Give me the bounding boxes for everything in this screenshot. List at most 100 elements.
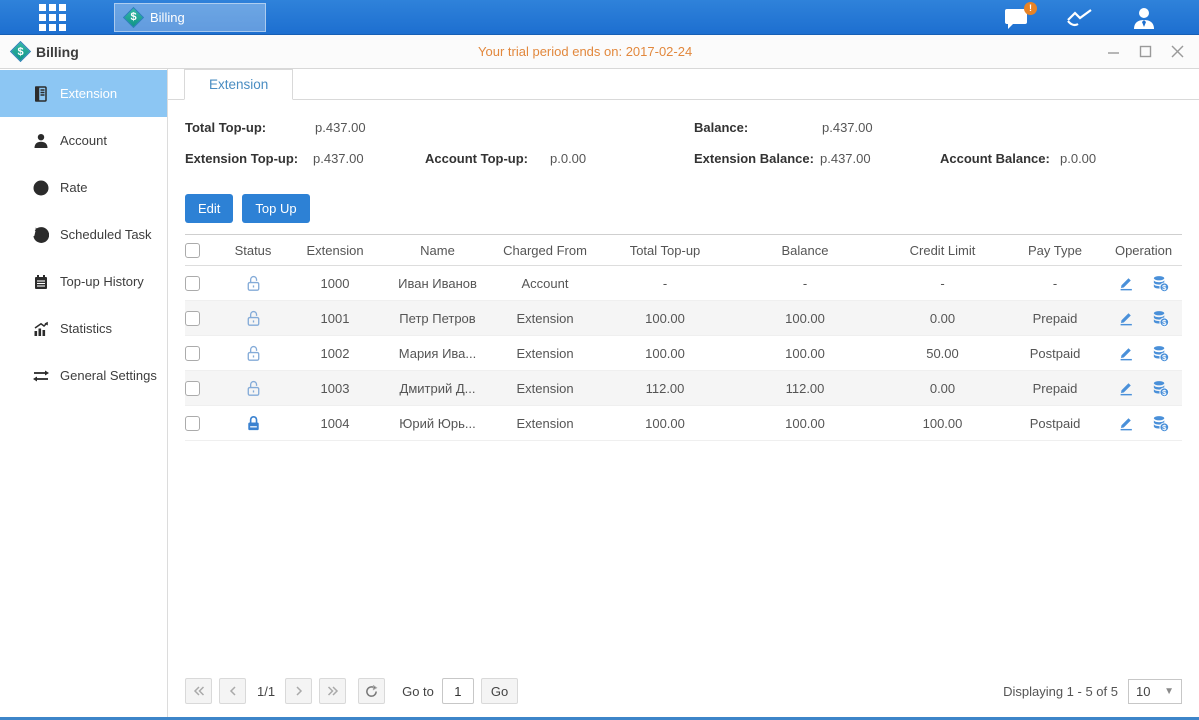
edit-icon[interactable] [1117, 414, 1135, 432]
user-account-icon[interactable] [1129, 6, 1159, 30]
row-checkbox[interactable] [185, 346, 200, 361]
cell-extension: 1003 [285, 381, 385, 396]
cell-charged-from: Extension [490, 311, 600, 326]
sidebar: ExtensionAccount$RateScheduled TaskTop-u… [0, 69, 168, 717]
sidebar-item-statistics[interactable]: Statistics [0, 305, 167, 352]
row-checkbox[interactable] [185, 311, 200, 326]
total-topup-label: Total Top-up: [185, 120, 266, 135]
first-page-button[interactable] [185, 678, 212, 704]
edit-icon[interactable] [1117, 309, 1135, 327]
sidebar-item-extension[interactable]: Extension [0, 70, 167, 117]
cell-balance: 100.00 [730, 311, 880, 326]
cell-credit-limit: 100.00 [880, 416, 1005, 431]
statistics-icon [32, 320, 49, 337]
top-up-icon[interactable]: $ [1151, 344, 1170, 363]
cell-total-topup: 100.00 [600, 416, 730, 431]
app-launcher-button[interactable] [32, 3, 72, 31]
window-titlebar: $ Billing Your trial period ends on: 201… [0, 35, 1199, 69]
sidebar-item-top-up-history[interactable]: Top-up History [0, 258, 167, 305]
cell-pay-type: Prepaid [1005, 311, 1105, 326]
top-up-icon[interactable]: $ [1151, 309, 1170, 328]
cell-name: Юрий Юрь... [385, 416, 490, 431]
balance-value: p.437.00 [822, 120, 873, 135]
cell-total-topup: 100.00 [600, 346, 730, 361]
table-row[interactable]: 1001 Петр Петров Extension 100.00 100.00… [185, 301, 1182, 336]
table-row[interactable]: 1002 Мария Ива... Extension 100.00 100.0… [185, 336, 1182, 371]
notification-badge: ! [1024, 2, 1037, 15]
window-title: Billing [36, 44, 79, 60]
extension-balance-label: Extension Balance: [694, 151, 814, 166]
displaying-text: Displaying 1 - 5 of 5 [1003, 684, 1118, 699]
cell-balance: 112.00 [730, 381, 880, 396]
cell-name: Дмитрий Д... [385, 381, 490, 396]
cell-extension: 1002 [285, 346, 385, 361]
top-up-icon[interactable]: $ [1151, 274, 1170, 293]
rate-icon: $ [32, 179, 49, 196]
topup-history-icon [32, 273, 49, 290]
table-row[interactable]: 1000 Иван Иванов Account - - - - $ [185, 266, 1182, 301]
cell-extension: 1004 [285, 416, 385, 431]
cell-name: Петр Петров [385, 311, 490, 326]
balance-summary: Total Top-up: p.437.00 Balance: p.437.00… [185, 114, 1199, 186]
extension-balance-value: p.437.00 [820, 151, 871, 166]
edit-button[interactable]: Edit [185, 194, 233, 223]
messages-icon[interactable]: ! [1001, 6, 1031, 30]
billing-diamond-icon: $ [125, 9, 142, 26]
cell-extension: 1000 [285, 276, 385, 291]
cell-pay-type: Postpaid [1005, 346, 1105, 361]
page-size-value: 10 [1136, 684, 1150, 699]
svg-text:$: $ [38, 183, 44, 194]
maximize-button[interactable] [1137, 44, 1153, 60]
cell-balance: - [730, 276, 880, 291]
next-page-button[interactable] [285, 678, 312, 704]
extension-icon [32, 85, 49, 102]
table-row[interactable]: 1003 Дмитрий Д... Extension 112.00 112.0… [185, 371, 1182, 406]
top-up-icon[interactable]: $ [1151, 379, 1170, 398]
top-up-button[interactable]: Top Up [242, 194, 309, 223]
column-credit-limit: Credit Limit [880, 243, 1005, 258]
row-checkbox[interactable] [185, 416, 200, 431]
table-row[interactable]: 1004 Юрий Юрь... Extension 100.00 100.00… [185, 406, 1182, 441]
edit-icon[interactable] [1117, 344, 1135, 362]
status-lock-icon [244, 379, 263, 394]
goto-label: Go to [402, 684, 434, 699]
sidebar-item-scheduled-task[interactable]: Scheduled Task [0, 211, 167, 258]
tab-extension[interactable]: Extension [184, 69, 293, 100]
prev-page-button[interactable] [219, 678, 246, 704]
top-up-icon[interactable]: $ [1151, 414, 1170, 433]
column-name: Name [385, 243, 490, 258]
row-checkbox[interactable] [185, 381, 200, 396]
sidebar-item-rate[interactable]: $Rate [0, 164, 167, 211]
cell-pay-type: - [1005, 276, 1105, 291]
account-icon [32, 132, 49, 149]
extensions-table: Status Extension Name Charged From Total… [185, 234, 1182, 441]
status-lock-icon [244, 309, 263, 324]
refresh-button[interactable] [358, 678, 385, 704]
table-body: 1000 Иван Иванов Account - - - - $ [185, 266, 1182, 441]
page-size-select[interactable]: 10 ▼ [1128, 679, 1182, 704]
column-extension: Extension [285, 243, 385, 258]
go-button[interactable]: Go [481, 678, 518, 704]
cell-pay-type: Postpaid [1005, 416, 1105, 431]
sidebar-item-general-settings[interactable]: General Settings [0, 352, 167, 399]
edit-icon[interactable] [1117, 274, 1135, 292]
close-button[interactable] [1169, 44, 1185, 60]
billing-app-tab[interactable]: $ Billing [114, 3, 266, 32]
cell-credit-limit: - [880, 276, 1005, 291]
edit-icon[interactable] [1117, 379, 1135, 397]
resource-monitor-icon[interactable] [1065, 6, 1095, 30]
last-page-button[interactable] [319, 678, 346, 704]
cell-charged-from: Extension [490, 381, 600, 396]
cell-balance: 100.00 [730, 416, 880, 431]
status-lock-icon [244, 414, 263, 429]
chevron-down-icon: ▼ [1164, 686, 1174, 697]
select-all-checkbox[interactable] [185, 243, 200, 258]
column-pay-type: Pay Type [1005, 243, 1105, 258]
cell-credit-limit: 50.00 [880, 346, 1005, 361]
minimize-button[interactable] [1105, 44, 1121, 60]
extension-topup-value: p.437.00 [313, 151, 364, 166]
goto-page-input[interactable] [442, 678, 474, 704]
row-checkbox[interactable] [185, 276, 200, 291]
cell-total-topup: 100.00 [600, 311, 730, 326]
sidebar-item-account[interactable]: Account [0, 117, 167, 164]
